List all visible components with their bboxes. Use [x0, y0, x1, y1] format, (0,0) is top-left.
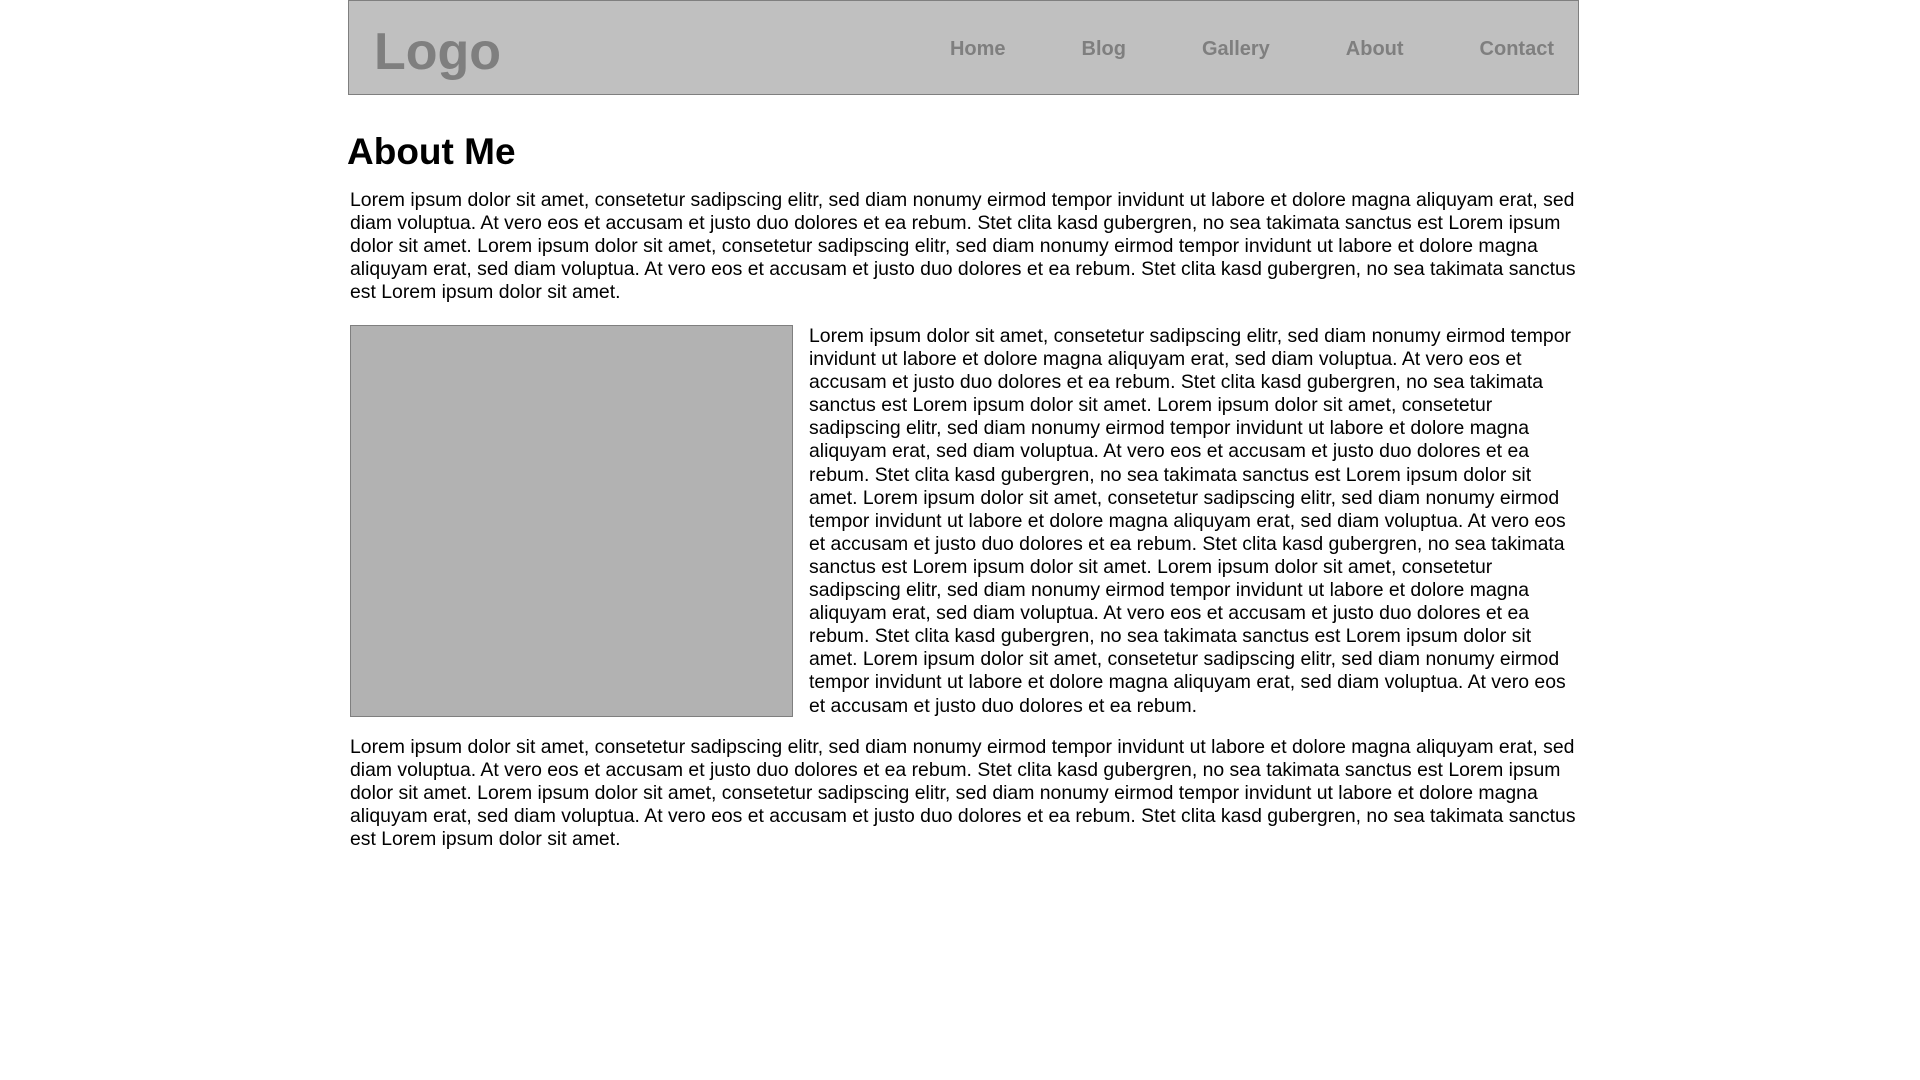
nav-about-link[interactable]: About — [1346, 37, 1404, 61]
nav-home-link[interactable]: Home — [950, 37, 1006, 61]
closing-paragraph: Lorem ipsum dolor sit amet, consetetur s… — [350, 736, 1576, 851]
logo[interactable]: Logo — [374, 22, 501, 82]
body-paragraph: Lorem ipsum dolor sit amet, consetetur s… — [809, 325, 1571, 717]
image-placeholder — [350, 325, 793, 717]
intro-paragraph: Lorem ipsum dolor sit amet, consetetur s… — [350, 189, 1576, 304]
nav-blog-link[interactable]: Blog — [1082, 37, 1126, 61]
nav-contact-link[interactable]: Contact — [1480, 37, 1554, 61]
site-header: Logo Home Blog Gallery About Contact — [348, 0, 1579, 95]
page-title: About Me — [347, 131, 516, 172]
nav-gallery-link[interactable]: Gallery — [1202, 37, 1270, 61]
main-nav: Home Blog Gallery About Contact — [950, 37, 1554, 61]
